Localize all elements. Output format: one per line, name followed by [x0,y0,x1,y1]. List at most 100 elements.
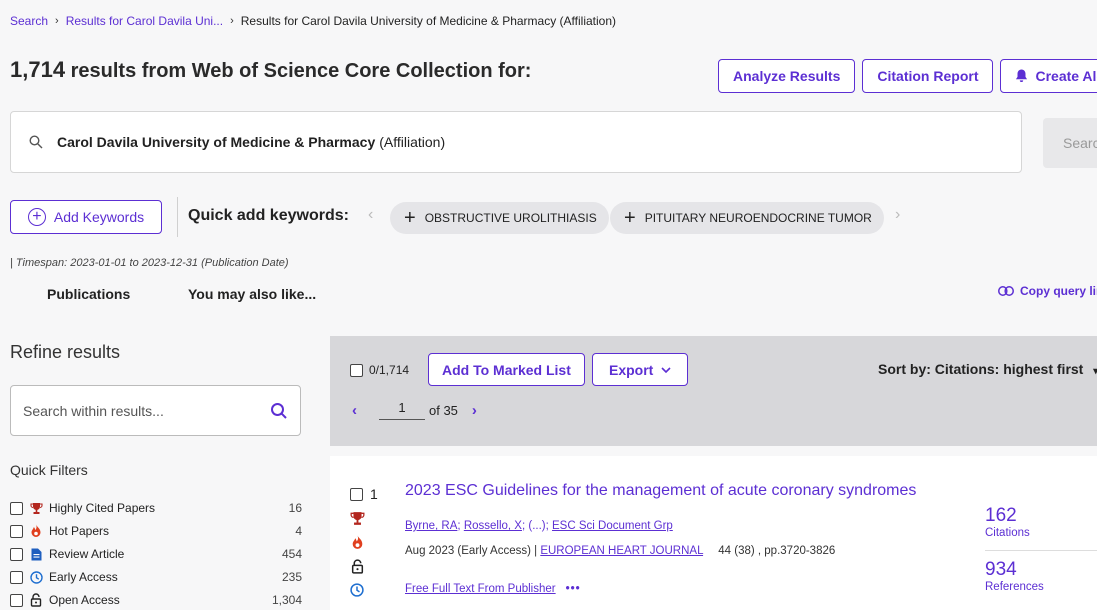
plus-icon: + [404,207,416,229]
tab-publications[interactable]: Publications [47,286,130,302]
copy-query-label: Copy query link [1020,284,1097,298]
select-all[interactable]: 0/1,714 [350,363,409,377]
link-icon [998,286,1014,296]
breadcrumb-results-link[interactable]: Results for Carol Davila Uni... [66,14,223,28]
pagination: ‹ 1 of 35 › [352,400,477,420]
author-link[interactable]: Byrne, RA [405,520,457,532]
lock-icon [29,593,43,607]
timespan-note: | Timespan: 2023-01-01 to 2023-12-31 (Pu… [10,257,289,269]
caret-down-icon: ▾ [1093,366,1097,377]
checkbox[interactable] [350,363,363,377]
checkbox[interactable] [10,570,23,584]
record-authors: Byrne, RA; Rossello, X; (...); ESC Sci D… [405,520,673,532]
quick-filter-label: Highly Cited Papers [49,501,156,515]
quick-filter-item[interactable]: Open Access 1,304 [10,590,302,610]
quick-filters-title: Quick Filters [10,462,88,478]
page-total: of 35 [429,402,458,418]
add-keywords-button[interactable]: + Add Keywords [10,200,162,234]
keyword-chip[interactable]: + PITUITARY NEUROENDOCRINE TUMOR [610,202,884,234]
chevron-right-icon: › [230,15,234,27]
divider [985,550,1097,551]
sort-dropdown[interactable]: Sort by: Citations: highest first ▾ [878,361,1097,377]
copy-query-link[interactable]: Copy query link [998,284,1097,298]
search-icon [29,135,43,149]
breadcrumb-current: Results for Carol Davila University of M… [240,14,617,28]
more-options-icon[interactable]: ••• [566,583,581,595]
checkbox[interactable] [10,593,23,607]
next-page-icon[interactable]: › [472,402,477,419]
breadcrumb: Search › Results for Carol Davila Uni...… [10,14,616,28]
quick-filter-label: Hot Papers [49,524,110,538]
checkbox[interactable] [350,487,363,501]
quick-filter-item[interactable]: Review Article 454 [10,544,302,564]
trophy-icon [350,512,364,525]
citations-label: Citations [985,527,1030,539]
chevron-down-icon [661,366,671,373]
plus-icon: + [624,207,636,229]
record-title-link[interactable]: 2023 ESC Guidelines for the management o… [405,482,916,500]
query-term: Carol Davila University of Medicine & Ph… [57,134,376,150]
record-number: 1 [370,486,378,502]
checkbox[interactable] [10,501,23,515]
analyze-results-button[interactable]: Analyze Results [718,59,856,93]
search-within-input[interactable] [23,402,270,419]
author-link[interactable]: ESC Sci Document Grp [552,520,673,532]
record-select[interactable]: 1 [350,486,378,502]
header-actions: Analyze Results Citation Report Create A… [718,59,1097,93]
export-button[interactable]: Export [592,353,689,386]
journal-link[interactable]: EUROPEAN HEART JOURNAL [540,545,703,557]
record-publication: Aug 2023 (Early Access) | EUROPEAN HEART… [405,545,835,557]
create-alert-button[interactable]: Create Alert [1000,59,1097,93]
query-box[interactable]: Carol Davila University of Medicine & Ph… [10,111,1022,173]
selection-count: 0/1,714 [369,363,410,377]
citations-metric[interactable]: 162 Citations [985,505,1030,539]
quick-filter-count: 16 [288,501,302,515]
bell-icon [1016,69,1028,83]
references-metric[interactable]: 934 References [985,559,1044,593]
full-text-link[interactable]: Free Full Text From Publisher [405,583,556,595]
search-within-box [10,385,301,436]
quick-filter-label: Review Article [49,547,125,561]
search-icon[interactable] [270,402,288,420]
quick-filter-count: 235 [281,570,302,584]
lock-icon [351,559,363,574]
checkbox[interactable] [10,547,23,561]
keyword-chip-label: OBSTRUCTIVE UROLITHIASIS [424,211,597,225]
quick-filter-item[interactable]: Early Access 235 [10,567,302,587]
quick-filter-item[interactable]: Highly Cited Papers 16 [10,498,302,518]
quick-add-label: Quick add keywords: [188,207,349,224]
sort-label: Sort by: Citations: highest first [878,361,1084,377]
chevron-right-icon[interactable]: › [895,206,900,224]
tab-you-may-also-like[interactable]: You may also like... [188,286,316,302]
record-date: Aug 2023 (Early Access) | [405,545,541,557]
clock-icon [350,583,364,597]
quick-filters-list: Highly Cited Papers 16 Hot Papers 4 Revi… [10,498,302,610]
chevron-left-icon[interactable]: ‹ [368,206,373,224]
results-count: 1,714 [10,57,66,82]
divider [177,197,178,237]
quick-filter-label: Early Access [49,570,118,584]
add-to-marked-list-button[interactable]: Add To Marked List [428,353,585,386]
keyword-chip[interactable]: + OBSTRUCTIVE UROLITHIASIS [390,202,609,234]
record-volume: 44 (38) , pp.3720-3826 [718,545,836,557]
prev-page-icon[interactable]: ‹ [352,402,357,419]
quick-filter-count: 1,304 [271,593,302,607]
references-label: References [985,581,1044,593]
quick-filter-item[interactable]: Hot Papers 4 [10,521,302,541]
breadcrumb-search-link[interactable]: Search [10,14,48,28]
document-icon [29,547,43,561]
references-count: 934 [985,559,1017,580]
search-button[interactable]: Search [1043,118,1097,168]
clock-icon [29,570,43,584]
plus-circle-icon: + [27,208,46,226]
author-link[interactable]: Rossello, X [464,520,522,532]
citation-report-button[interactable]: Citation Report [862,59,994,93]
page-number-input[interactable]: 1 [379,400,425,420]
record-badges [349,511,365,597]
checkbox[interactable] [10,524,23,538]
quick-filter-label: Open Access [49,593,120,607]
flame-icon [352,535,362,549]
trophy-icon [29,501,43,515]
quick-filter-count: 454 [281,547,302,561]
author-ellipsis: (...) [528,520,546,532]
